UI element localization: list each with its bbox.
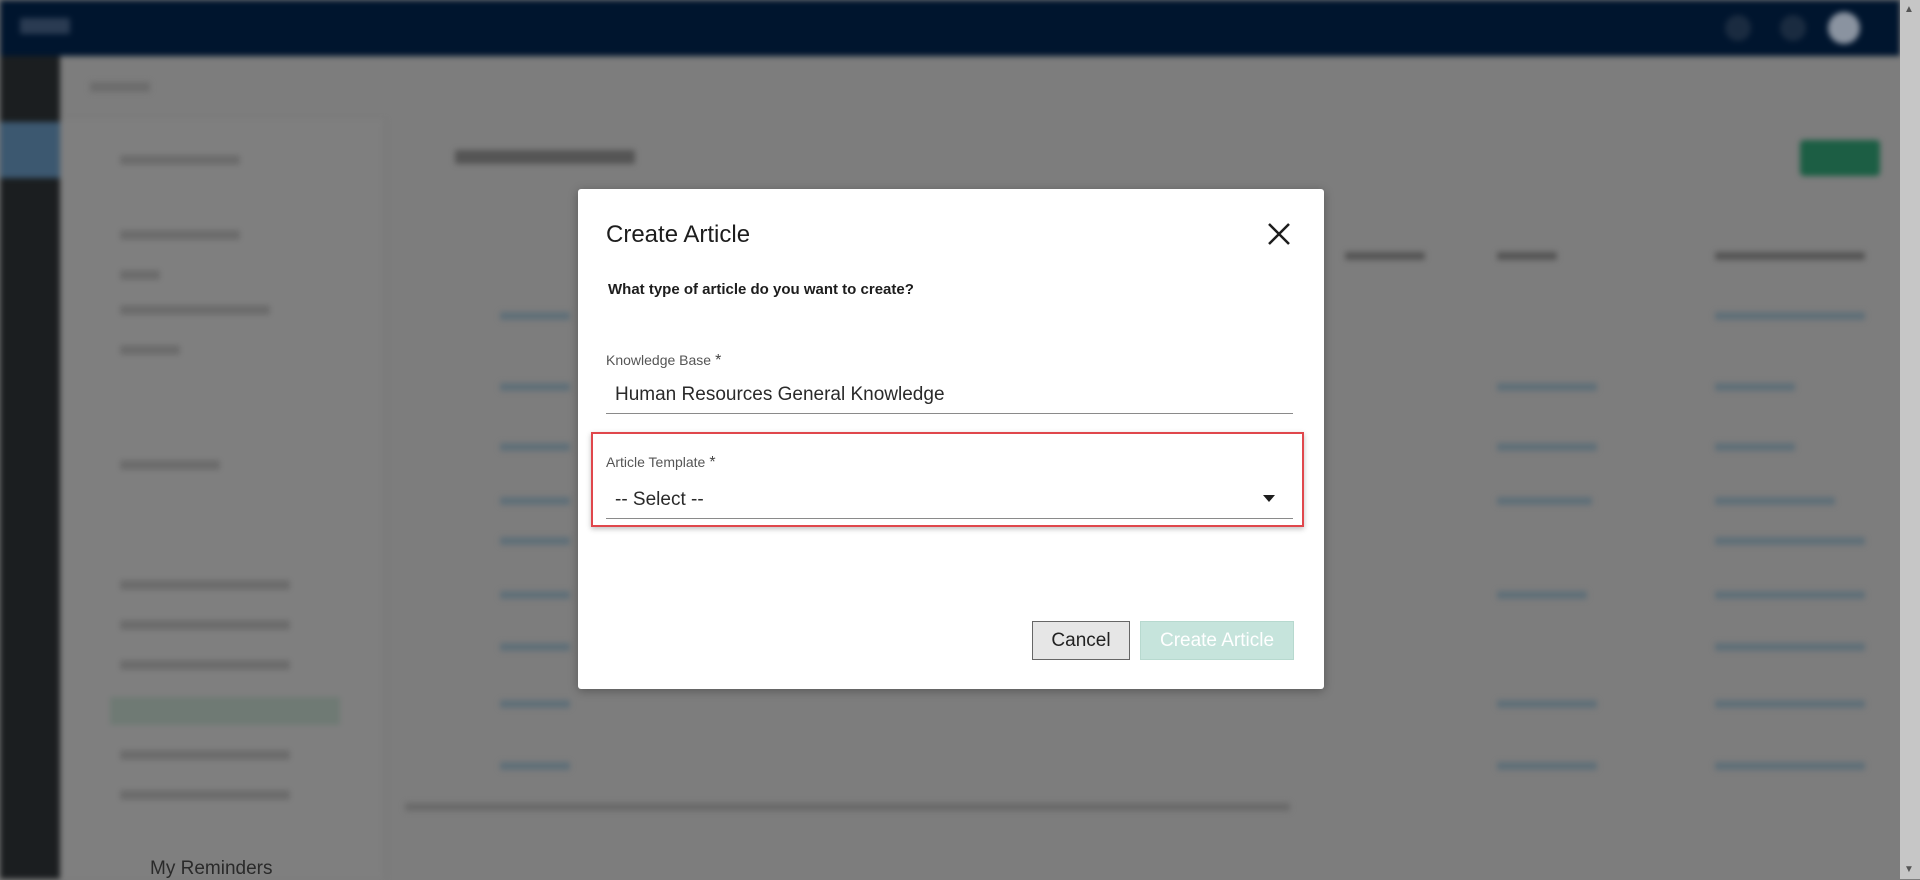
dialog-prompt: What type of article do you want to crea…	[608, 281, 914, 298]
required-asterisk-icon: *	[709, 454, 716, 471]
label-text: Knowledge Base	[606, 352, 712, 368]
dialog-title: Create Article	[606, 221, 751, 248]
create-article-dialog: Create Article What type of article do y…	[578, 189, 1324, 689]
label-text: Article Template	[606, 454, 706, 470]
article-template-label: Article Template *	[606, 454, 716, 472]
caret-down-icon	[1263, 495, 1275, 502]
required-asterisk-icon: *	[715, 352, 722, 369]
create-article-button[interactable]: Create Article	[1140, 621, 1294, 660]
knowledge-base-label: Knowledge Base *	[606, 352, 721, 370]
page-scrollbar[interactable]: ▲ ▼	[1900, 0, 1920, 879]
article-template-select[interactable]: -- Select --	[606, 483, 1293, 519]
select-value: -- Select --	[615, 489, 704, 510]
knowledge-base-field[interactable]: Human Resources General Knowledge	[606, 378, 1293, 414]
close-icon[interactable]	[1264, 219, 1294, 249]
cancel-button[interactable]: Cancel	[1032, 621, 1130, 660]
